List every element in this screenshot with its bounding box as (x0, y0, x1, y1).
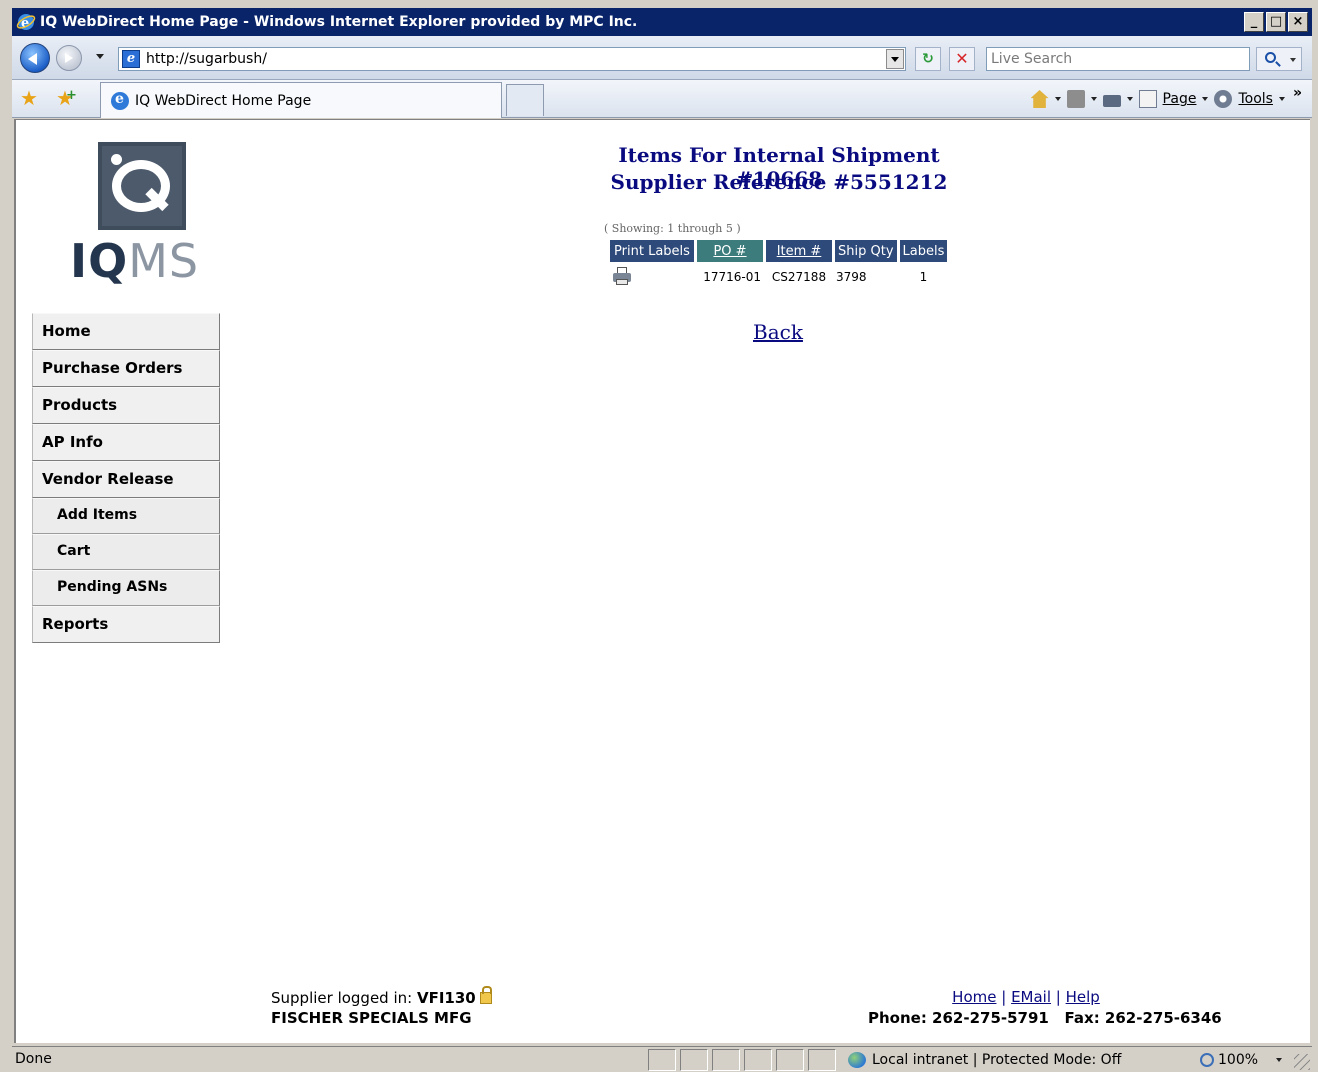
status-pane (744, 1049, 772, 1071)
new-tab-button[interactable] (506, 84, 544, 116)
iqms-wordmark: IQMS (70, 234, 200, 288)
sidebar-item-add-items[interactable]: Add Items (32, 498, 220, 534)
status-pane (808, 1049, 836, 1071)
window-title: IQ WebDirect Home Page - Windows Interne… (40, 14, 638, 30)
chevron-down-icon[interactable] (1276, 1058, 1283, 1062)
footer-links: Home | EMail | Help (952, 988, 1100, 1006)
lock-icon[interactable] (479, 986, 492, 1004)
gear-icon (1214, 90, 1233, 108)
sidebar-item-cart[interactable]: Cart (32, 534, 220, 570)
tools-menu[interactable]: Tools (1238, 91, 1273, 107)
ie-page-icon (111, 91, 129, 110)
sidebar-item-purchase-orders[interactable]: Purchase Orders (32, 350, 220, 387)
globe-icon (848, 1052, 866, 1068)
company-name: FISCHER SPECIALS MFG (271, 1009, 472, 1027)
iqms-logo-icon (98, 142, 186, 230)
sidebar-item-reports[interactable]: Reports (32, 606, 220, 643)
print-icon[interactable] (612, 266, 632, 285)
tab-iq-webdirect[interactable]: IQ WebDirect Home Page (100, 82, 502, 118)
cell-item-number: CS27188 (771, 270, 827, 284)
window-titlebar[interactable]: e IQ WebDirect Home Page - Windows Inter… (12, 8, 1312, 36)
refresh-button[interactable]: ↻ (915, 47, 941, 71)
status-text: Done (15, 1051, 52, 1067)
chevron-down-icon[interactable] (1090, 97, 1097, 101)
chevron-down-icon[interactable] (1202, 97, 1209, 101)
status-pane (776, 1049, 804, 1071)
zoom-control[interactable]: 100% (1200, 1049, 1283, 1071)
back-link[interactable]: Back (753, 320, 803, 344)
sidebar-item-ap-info[interactable]: AP Info (32, 424, 220, 461)
search-input[interactable]: Live Search (986, 47, 1250, 71)
close-button[interactable]: × (1288, 12, 1308, 32)
resize-grip-icon[interactable] (1294, 1054, 1310, 1070)
ie-logo-icon: e (16, 12, 36, 32)
favorites-star-icon[interactable]: ★ (20, 88, 38, 108)
zoom-level: 100% (1218, 1052, 1259, 1068)
status-pane (648, 1049, 676, 1071)
command-bar: Page Tools » (1030, 85, 1302, 112)
print-icon[interactable] (1102, 94, 1121, 107)
column-item-number[interactable]: Item # (766, 240, 832, 262)
column-po-number[interactable]: PO # (697, 240, 763, 262)
footer-home-link[interactable]: Home (952, 988, 996, 1006)
table-row: 17716-01 CS27188 3798 1 (610, 262, 947, 292)
url-text: http://sugarbush/ (146, 51, 267, 67)
page-menu[interactable]: Page (1163, 91, 1197, 107)
search-button[interactable] (1256, 47, 1302, 71)
sidebar-item-home[interactable]: Home (32, 313, 220, 350)
chevron-down-icon[interactable] (1278, 97, 1285, 101)
more-commands-icon[interactable]: » (1293, 85, 1302, 101)
footer-phone-fax: Phone: 262-275-5791 Fax: 262-275-6346 (868, 1009, 1222, 1027)
search-icon (1265, 52, 1276, 63)
supplier-id: VFI130 (416, 989, 476, 1007)
minimize-button[interactable]: _ (1244, 12, 1264, 32)
page-subtitle: Supplier Reference #5551212 (610, 170, 948, 194)
items-table: Print Labels PO # Item # Ship Qty Labels… (607, 240, 950, 292)
feeds-icon[interactable] (1066, 90, 1085, 108)
history-dropdown-icon[interactable] (96, 54, 104, 59)
address-field[interactable]: e http://sugarbush/ (118, 47, 906, 71)
address-dropdown-button[interactable] (886, 49, 904, 69)
security-zone[interactable]: Local intranet | Protected Mode: Off (848, 1049, 1121, 1071)
column-ship-qty: Ship Qty (835, 240, 897, 262)
cell-labels: 1 (919, 270, 928, 284)
cell-po-number: 17716-01 (703, 270, 761, 284)
status-pane (680, 1049, 708, 1071)
sidebar-item-vendor-release[interactable]: Vendor Release (32, 461, 220, 498)
stop-button[interactable]: ✕ (949, 47, 975, 71)
back-button[interactable] (20, 43, 50, 73)
status-bar: Done Local intranet | Protected Mode: Of… (12, 1046, 1312, 1072)
cell-ship-qty: 3798 (836, 270, 867, 284)
zoom-icon (1200, 1053, 1214, 1067)
add-favorites-icon[interactable]: ★ (56, 86, 77, 108)
table-header-row: Print Labels PO # Item # Ship Qty Labels (610, 240, 948, 262)
tab-label: IQ WebDirect Home Page (135, 92, 312, 109)
sidebar-item-pending-asns[interactable]: Pending ASNs (32, 570, 220, 606)
sidebar-menu: Home Purchase Orders Products AP Info Ve… (32, 313, 220, 643)
home-icon[interactable] (1030, 90, 1049, 108)
column-labels: Labels (899, 240, 948, 262)
address-bar-row: e http://sugarbush/ ↻ ✕ Live Search (12, 36, 1312, 80)
tab-bar: ★ ★ IQ WebDirect Home Page Page Tools » (12, 80, 1312, 118)
maximize-button[interactable]: □ (1266, 12, 1286, 32)
chevron-down-icon[interactable] (1126, 97, 1133, 101)
results-count: ( Showing: 1 through 5 ) (604, 222, 741, 235)
column-print-labels: Print Labels (610, 240, 694, 262)
page-content: IQMS Home Purchase Orders Products AP In… (14, 119, 1310, 1043)
footer-email-link[interactable]: EMail (1011, 988, 1051, 1006)
footer-help-link[interactable]: Help (1066, 988, 1100, 1006)
page-icon (1138, 90, 1157, 108)
footer-supplier-info: Supplier logged in: VFI130 FISCHER SPECI… (271, 986, 492, 1028)
chevron-down-icon[interactable] (1054, 97, 1061, 101)
zone-text: Local intranet | Protected Mode: Off (872, 1052, 1122, 1068)
status-pane (712, 1049, 740, 1071)
logged-in-label: Supplier logged in: (271, 989, 417, 1007)
page-icon: e (122, 50, 140, 68)
sidebar-item-products[interactable]: Products (32, 387, 220, 424)
forward-button[interactable] (56, 45, 82, 71)
chevron-down-icon (1290, 58, 1296, 62)
